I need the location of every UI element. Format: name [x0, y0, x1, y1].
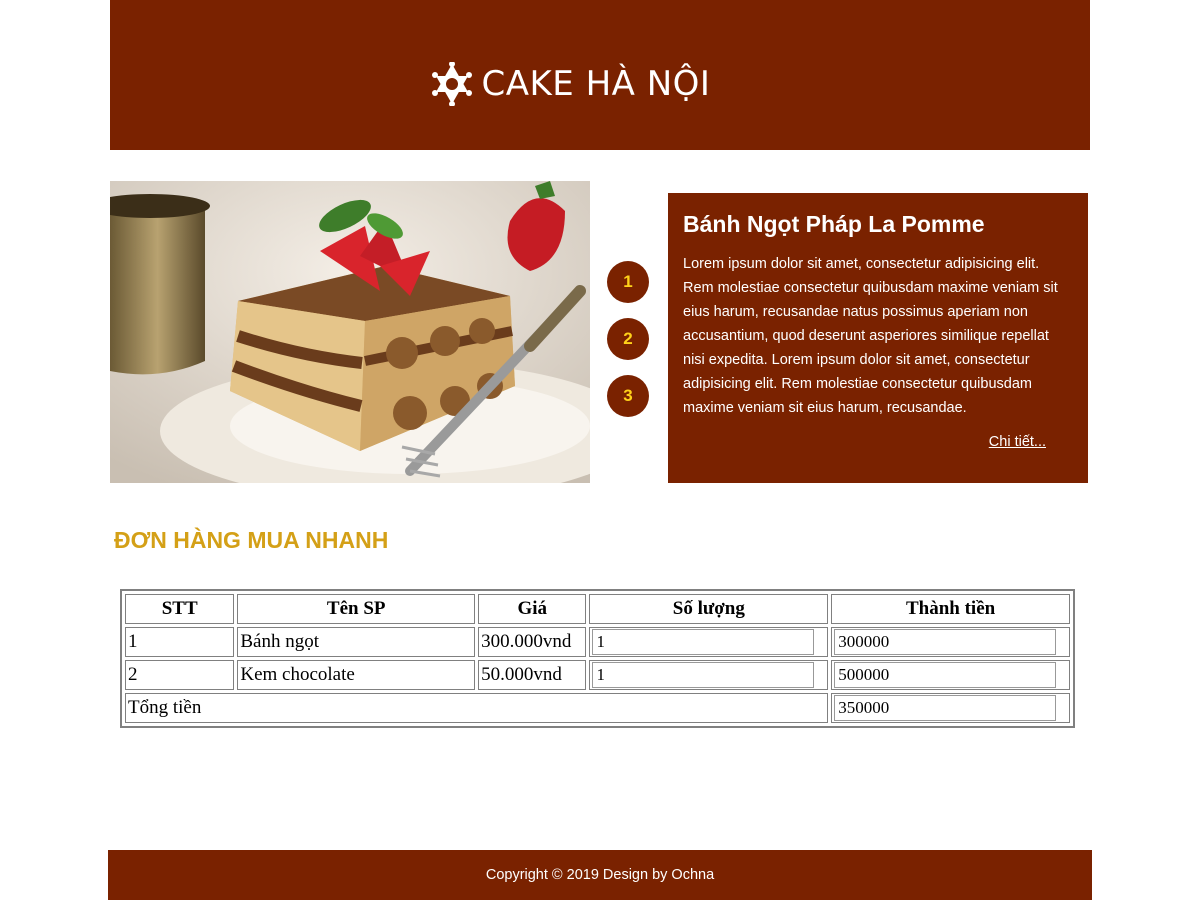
row-stt: 2	[125, 660, 235, 690]
product-description: Lorem ipsum dolor sit amet, consectetur …	[683, 256, 1058, 416]
total-input[interactable]	[834, 662, 1057, 688]
row-stt: 1	[125, 627, 235, 657]
quick-order-title: ĐƠN HÀNG MUA NHANH	[114, 527, 389, 553]
table-row: 1 Bánh ngọt 300.000vnd	[125, 627, 1070, 657]
quantity-input[interactable]	[592, 629, 815, 655]
site-header: CAKE HÀ NỘI	[110, 0, 1090, 150]
column-header-name: Tên SP	[237, 594, 476, 624]
quantity-input[interactable]	[592, 662, 815, 688]
row-name: Kem chocolate	[237, 660, 476, 690]
sum-input[interactable]	[834, 695, 1057, 721]
row-price: 300.000vnd	[478, 627, 587, 657]
row-total-cell	[831, 627, 1070, 657]
slider-dot-3[interactable]: 3	[607, 375, 649, 417]
copyright-text: Copyright © 2019 Design by Ochna	[485, 867, 715, 883]
row-name: Bánh ngọt	[237, 627, 476, 657]
order-table: STT Tên SP Giá Số lượng Thành tiền 1 Bán…	[120, 589, 1075, 728]
brand-name: CAKE HÀ NỘI	[481, 64, 711, 104]
table-row: 2 Kem chocolate 50.000vnd	[125, 660, 1070, 690]
star-of-david-icon	[431, 62, 472, 106]
row-total-cell	[831, 660, 1070, 690]
row-quantity-cell	[589, 627, 829, 657]
slider-dots: 1 2 3	[607, 261, 649, 432]
table-sum-row: Tổng tiền	[125, 693, 1070, 723]
logo[interactable]: CAKE HÀ NỘI	[430, 62, 711, 106]
site-footer: Copyright © 2019 Design by Ochna	[108, 850, 1092, 900]
sum-label: Tổng tiền	[125, 693, 829, 723]
column-header-stt: STT	[125, 594, 235, 624]
table-header-row: STT Tên SP Giá Số lượng Thành tiền	[125, 594, 1070, 624]
column-header-price: Giá	[478, 594, 587, 624]
row-price: 50.000vnd	[478, 660, 587, 690]
column-header-total: Thành tiền	[831, 594, 1070, 624]
product-info-panel: Bánh Ngọt Pháp La Pomme Lorem ipsum dolo…	[668, 193, 1088, 483]
total-input[interactable]	[834, 629, 1057, 655]
tiramisu-cake-image	[110, 181, 590, 483]
row-quantity-cell	[589, 660, 829, 690]
product-title: Bánh Ngọt Pháp La Pomme	[683, 211, 985, 237]
slider-dot-2[interactable]: 2	[607, 318, 649, 360]
sum-value-cell	[831, 693, 1070, 723]
slider-dot-1[interactable]: 1	[607, 261, 649, 303]
details-link[interactable]: Chi tiết...	[989, 434, 1046, 450]
column-header-quantity: Số lượng	[589, 594, 829, 624]
